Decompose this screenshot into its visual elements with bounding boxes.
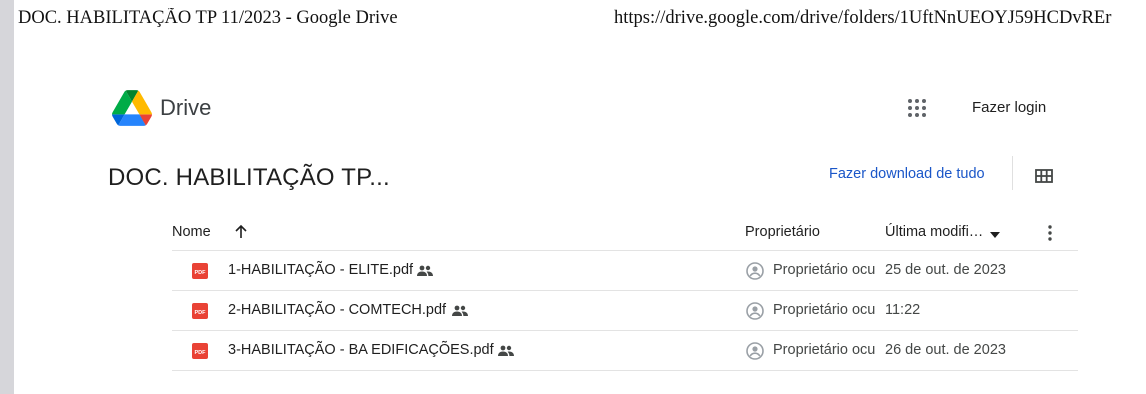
row-divider — [172, 370, 1078, 371]
grid-view-icon[interactable] — [1035, 169, 1053, 183]
toolbar-divider — [1012, 156, 1013, 190]
arrow-up-icon[interactable] — [234, 224, 248, 240]
file-name[interactable]: 3-HABILITAÇÃO - BA EDIFICAÇÕES.pdf — [228, 342, 494, 358]
svg-text:PDF: PDF — [195, 310, 207, 316]
shared-people-icon — [452, 305, 468, 316]
caret-down-icon[interactable] — [990, 232, 1000, 238]
owner-name: Proprietário oculto — [773, 262, 875, 278]
svg-text:PDF: PDF — [195, 270, 207, 276]
pdf-file-icon: PDF — [192, 263, 208, 279]
shared-people-icon — [417, 265, 433, 276]
owner-name: Proprietário oculto — [773, 302, 875, 318]
modified-date: 25 de out. de 2023 — [885, 262, 1006, 278]
modified-date: 11:22 — [885, 302, 921, 318]
file-row[interactable]: PDF 1-HABILITAÇÃO - ELITE.pdf Proprietár… — [172, 251, 1078, 291]
print-header: DOC. HABILITAÇÃO TP 11/2023 - Google Dri… — [16, 8, 1146, 32]
download-all-button[interactable]: Fazer download de tudo — [829, 166, 985, 182]
owner-avatar-icon — [746, 302, 764, 320]
print-header-url: https://drive.google.com/drive/folders/1… — [614, 8, 1112, 28]
owner-avatar-icon — [746, 342, 764, 360]
owner-avatar-icon — [746, 262, 764, 280]
pdf-file-icon: PDF — [192, 343, 208, 359]
page-left-border — [0, 0, 14, 394]
file-row[interactable]: PDF 3-HABILITAÇÃO - BA EDIFICAÇÕES.pdf P… — [172, 331, 1078, 371]
modified-date: 26 de out. de 2023 — [885, 342, 1006, 358]
print-header-title: DOC. HABILITAÇÃO TP 11/2023 - Google Dri… — [18, 8, 398, 28]
apps-grid-icon[interactable] — [906, 97, 928, 119]
file-name[interactable]: 2-HABILITAÇÃO - COMTECH.pdf — [228, 302, 446, 318]
column-header-owner[interactable]: Proprietário — [745, 224, 820, 240]
sign-in-button[interactable]: Fazer login — [972, 99, 1046, 116]
column-header-modified[interactable]: Última modifi… — [885, 224, 983, 240]
app-name[interactable]: Drive — [160, 95, 211, 121]
google-drive-logo-icon[interactable] — [112, 90, 152, 126]
pdf-file-icon: PDF — [192, 303, 208, 319]
svg-text:PDF: PDF — [195, 350, 207, 356]
file-name[interactable]: 1-HABILITAÇÃO - ELITE.pdf — [228, 262, 413, 278]
file-row[interactable]: PDF 2-HABILITAÇÃO - COMTECH.pdf Propriet… — [172, 291, 1078, 331]
column-header-name[interactable]: Nome — [172, 224, 211, 240]
folder-title: DOC. HABILITAÇÃO TP... — [108, 164, 390, 191]
shared-people-icon — [498, 345, 514, 356]
owner-name: Proprietário oculto — [773, 342, 875, 358]
more-options-icon[interactable] — [1048, 225, 1052, 241]
